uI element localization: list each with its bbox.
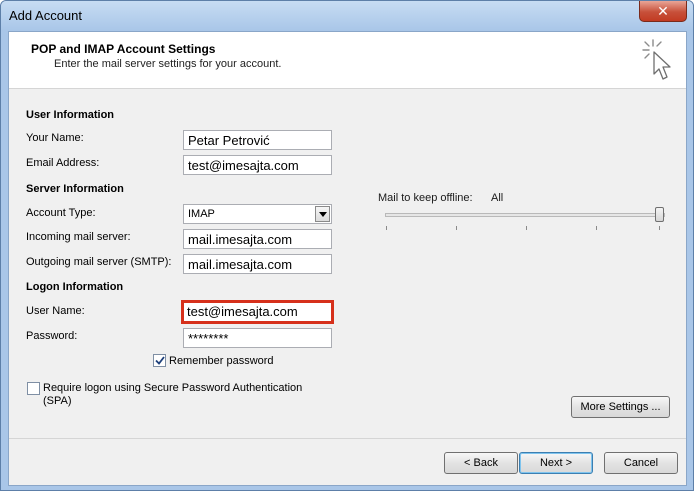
- slider-tick: [456, 226, 457, 230]
- email-address-input[interactable]: test@imesajta.com: [183, 155, 332, 175]
- offline-slider-thumb[interactable]: [655, 207, 664, 222]
- account-type-label: Account Type:: [26, 207, 96, 219]
- account-type-value: IMAP: [188, 208, 215, 220]
- offline-slider-track[interactable]: [385, 213, 665, 217]
- more-settings-button[interactable]: More Settings ...: [571, 396, 670, 418]
- incoming-server-label: Incoming mail server:: [26, 231, 131, 243]
- outgoing-server-label: Outgoing mail server (SMTP):: [26, 256, 172, 268]
- remember-password-label: Remember password: [169, 355, 274, 367]
- slider-tick: [386, 226, 387, 230]
- add-account-window: Add Account ✕ POP and IMAP Account Setti…: [0, 0, 694, 491]
- spa-label-line1: Require logon using Secure Password Auth…: [43, 382, 303, 394]
- your-name-input[interactable]: Petar Petrović: [183, 130, 332, 150]
- offline-value: All: [491, 192, 504, 204]
- page-title: POP and IMAP Account Settings: [31, 42, 216, 56]
- chevron-down-icon: [318, 211, 327, 217]
- settings-content: User Information Your Name: Petar Petrov…: [9, 90, 686, 427]
- offline-label: Mail to keep offline:: [378, 192, 473, 204]
- remember-password-checkbox[interactable]: [153, 354, 166, 367]
- user-name-input[interactable]: test@imesajta.com: [181, 300, 334, 324]
- your-name-label: Your Name:: [26, 132, 84, 144]
- cursor-click-icon: [642, 39, 671, 80]
- close-button[interactable]: ✕: [639, 1, 687, 22]
- window-title: Add Account: [9, 8, 82, 23]
- cancel-button[interactable]: Cancel: [604, 452, 678, 474]
- title-bar[interactable]: Add Account ✕: [1, 1, 693, 31]
- logon-info-heading: Logon Information: [26, 281, 124, 293]
- password-label: Password:: [26, 330, 78, 342]
- account-type-select[interactable]: IMAP: [183, 204, 332, 224]
- incoming-server-input[interactable]: mail.imesajta.com: [183, 229, 332, 249]
- outgoing-server-input[interactable]: mail.imesajta.com: [183, 254, 332, 274]
- user-name-label: User Name:: [26, 305, 85, 317]
- dialog-body: POP and IMAP Account Settings Enter the …: [8, 31, 687, 486]
- dropdown-button[interactable]: [315, 206, 330, 222]
- checkmark-icon: [154, 356, 165, 365]
- spa-checkbox[interactable]: [27, 382, 40, 395]
- slider-tick: [596, 226, 597, 230]
- spa-label-line2: (SPA): [43, 395, 72, 407]
- page-subtitle: Enter the mail server settings for your …: [54, 58, 282, 70]
- server-info-heading: Server Information: [26, 183, 124, 195]
- password-input[interactable]: ********: [183, 328, 332, 348]
- next-button[interactable]: Next >: [519, 452, 593, 474]
- email-address-label: Email Address:: [26, 157, 100, 169]
- user-info-heading: User Information: [26, 109, 115, 121]
- slider-tick: [526, 226, 527, 230]
- dialog-header: POP and IMAP Account Settings Enter the …: [9, 32, 686, 89]
- back-button[interactable]: < Back: [444, 452, 518, 474]
- slider-tick: [659, 226, 660, 230]
- footer-divider: [9, 438, 686, 439]
